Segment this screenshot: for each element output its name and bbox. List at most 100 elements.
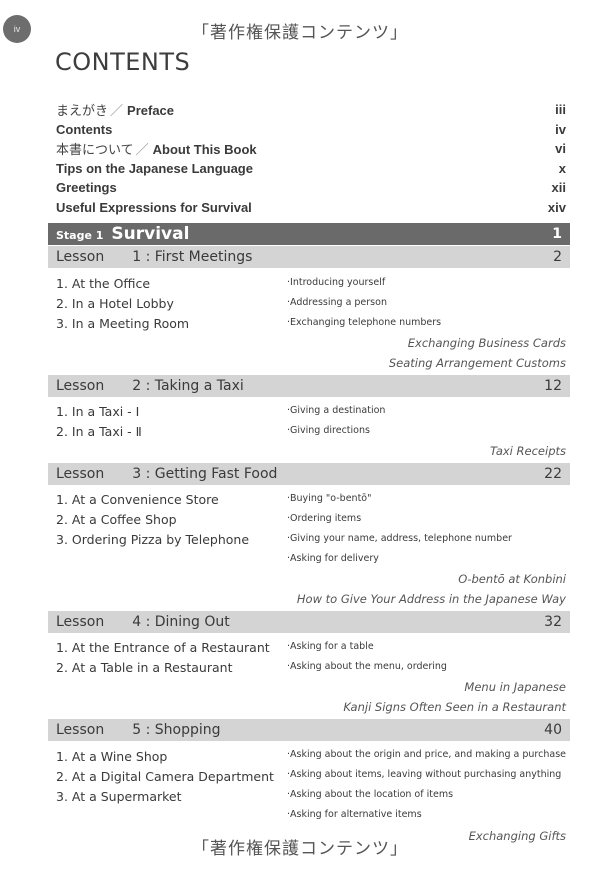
- point-item: ·Asking for alternative items: [287, 809, 422, 820]
- page-title: CONTENTS: [55, 48, 191, 76]
- lesson-number: 5: [132, 722, 142, 738]
- lesson-label: Lesson: [56, 722, 105, 738]
- point-item: ·Introducing yourself: [287, 277, 386, 288]
- front-matter-item[interactable]: Tips on the Japanese Language x: [56, 159, 566, 179]
- front-item-jp: まえがき: [56, 103, 109, 119]
- point-item: ·Giving directions: [287, 425, 370, 436]
- slash-divider: ／: [135, 142, 149, 158]
- front-matter-item[interactable]: まえがき／ Preface iii: [56, 100, 566, 120]
- lesson-label: Lesson: [56, 466, 105, 482]
- front-item-page: vi: [555, 141, 566, 157]
- lesson-title: : First Meetings: [145, 249, 253, 265]
- point-item: ·Ordering items: [287, 513, 362, 524]
- point-item: ·Giving a destination: [287, 405, 386, 416]
- column-item[interactable]: Menu in Japanese: [343, 677, 566, 697]
- front-matter-item[interactable]: 本書について／ About This Book vi: [56, 139, 566, 159]
- lesson-points: ·Asking about the origin and price, and …: [287, 745, 566, 825]
- point-item: ·Asking about the location of items: [287, 789, 454, 800]
- scene-item[interactable]: 1. At a Wine Shop: [56, 747, 274, 767]
- front-item-page: xiv: [547, 199, 566, 215]
- lesson-header[interactable]: Lesson 1 : First Meetings 2: [48, 246, 570, 268]
- scene-item[interactable]: 2. In a Taxi - Ⅱ: [56, 422, 142, 442]
- column-item[interactable]: How to Give Your Address in the Japanese…: [297, 589, 566, 609]
- lesson-page: 22: [544, 466, 562, 482]
- scene-item[interactable]: 1. At the Office: [56, 274, 189, 294]
- scene-item[interactable]: 3. Ordering Pizza by Telephone: [56, 530, 249, 550]
- point-item: ·Giving your name, address, telephone nu…: [287, 533, 512, 544]
- column-item[interactable]: Taxi Receipts: [490, 441, 566, 461]
- watermark-bottom: 「著作権保護コンテンツ」: [192, 839, 408, 859]
- front-item-page: x: [558, 160, 566, 176]
- lesson-columns: O-bentō at Konbini How to Give Your Addr…: [297, 569, 566, 609]
- lesson-scenes: 1. At the Office 2. In a Hotel Lobby 3. …: [56, 274, 189, 334]
- lesson-columns: Exchanging Business Cards Seating Arrang…: [389, 333, 566, 373]
- lesson-scenes: 1. At a Wine Shop 2. At a Digital Camera…: [56, 747, 274, 807]
- lesson-title: : Taking a Taxi: [145, 378, 244, 394]
- front-item-page: iv: [555, 121, 566, 137]
- stage-name: Survival: [111, 224, 190, 244]
- lesson-points: ·Giving a destination ·Giving directions: [287, 401, 385, 441]
- lesson-title: : Dining Out: [145, 614, 230, 630]
- point-item: ·Asking about the origin and price, and …: [287, 749, 566, 760]
- front-item-en: Greetings: [56, 180, 117, 196]
- lesson-scenes: 1. At a Convenience Store 2. At a Coffee…: [56, 490, 249, 550]
- lesson-header[interactable]: Lesson 2 : Taking a Taxi 12: [48, 375, 570, 397]
- lesson-label: Lesson: [56, 378, 105, 394]
- front-item-page: iii: [555, 102, 566, 118]
- point-item: ·Asking for a table: [287, 641, 374, 652]
- scene-item[interactable]: 3. At a Supermarket: [56, 787, 274, 807]
- scene-item[interactable]: 3. In a Meeting Room: [56, 314, 189, 334]
- lesson-points: ·Asking for a table ·Asking about the me…: [287, 637, 447, 677]
- lesson-number: 2: [132, 378, 142, 394]
- lesson-page: 40: [544, 722, 562, 738]
- stage-label: Stage 1: [56, 229, 104, 242]
- column-item[interactable]: Kanji Signs Often Seen in a Restaurant: [343, 697, 566, 717]
- scene-item[interactable]: 2. At a Digital Camera Department: [56, 767, 274, 787]
- scene-item[interactable]: 1. At the Entrance of a Restaurant: [56, 638, 270, 658]
- scene-item[interactable]: 1. In a Taxi - I: [56, 402, 142, 422]
- lesson-page: 12: [544, 378, 562, 394]
- front-item-jp: 本書について: [56, 142, 134, 158]
- front-matter-item[interactable]: Contents iv: [56, 120, 566, 140]
- scene-item[interactable]: 2. At a Coffee Shop: [56, 510, 249, 530]
- lesson-page: 2: [553, 249, 562, 265]
- lesson-label: Lesson: [56, 614, 105, 630]
- lesson-number: 1: [132, 249, 142, 265]
- lesson-header[interactable]: Lesson 3 : Getting Fast Food 22: [48, 463, 570, 485]
- front-item-en: About This Book: [152, 142, 257, 158]
- front-item-en: Contents: [56, 121, 113, 137]
- lesson-label: Lesson: [56, 249, 105, 265]
- point-item: ·Asking about items, leaving without pur…: [287, 769, 562, 780]
- slash-divider: ／: [110, 103, 124, 119]
- watermark-top: 「著作権保護コンテンツ」: [192, 23, 408, 43]
- lesson-header[interactable]: Lesson 5 : Shopping 40: [48, 719, 570, 741]
- stage-header[interactable]: Stage 1 Survival 1: [48, 223, 570, 245]
- scene-item[interactable]: 1. At a Convenience Store: [56, 490, 249, 510]
- point-item: ·Exchanging telephone numbers: [287, 317, 442, 328]
- front-item-en: Tips on the Japanese Language: [56, 160, 253, 176]
- front-matter-item[interactable]: Greetings xii: [56, 178, 566, 198]
- lesson-points: ·Buying "o-bentō" ·Ordering items ·Givin…: [287, 489, 512, 569]
- front-item-page: xii: [551, 180, 566, 196]
- lesson-points: ·Introducing yourself ·Addressing a pers…: [287, 273, 441, 333]
- point-item: ·Addressing a person: [287, 297, 387, 308]
- front-item-en: Preface: [127, 103, 175, 119]
- lesson-number: 3: [132, 466, 142, 482]
- scene-item[interactable]: 2. At a Table in a Restaurant: [56, 658, 270, 678]
- lesson-scenes: 1. In a Taxi - I 2. In a Taxi - Ⅱ: [56, 402, 142, 442]
- front-item-en: Useful Expressions for Survival: [56, 199, 252, 215]
- stage-page: 1: [552, 226, 562, 242]
- lesson-header[interactable]: Lesson 4 : Dining Out 32: [48, 611, 570, 633]
- lesson-page: 32: [544, 614, 562, 630]
- lesson-columns: Taxi Receipts: [490, 441, 566, 461]
- column-item[interactable]: O-bentō at Konbini: [297, 569, 566, 589]
- point-item: ·Asking about the menu, ordering: [287, 661, 447, 672]
- lesson-columns: Menu in Japanese Kanji Signs Often Seen …: [343, 677, 566, 717]
- column-item[interactable]: Seating Arrangement Customs: [389, 353, 566, 373]
- scene-item[interactable]: 2. In a Hotel Lobby: [56, 294, 189, 314]
- front-matter-item[interactable]: Useful Expressions for Survival xiv: [56, 198, 566, 218]
- lesson-scenes: 1. At the Entrance of a Restaurant 2. At…: [56, 638, 270, 678]
- lesson-title: : Getting Fast Food: [145, 466, 278, 482]
- column-item[interactable]: Exchanging Business Cards: [389, 333, 566, 353]
- lesson-title: : Shopping: [145, 722, 221, 738]
